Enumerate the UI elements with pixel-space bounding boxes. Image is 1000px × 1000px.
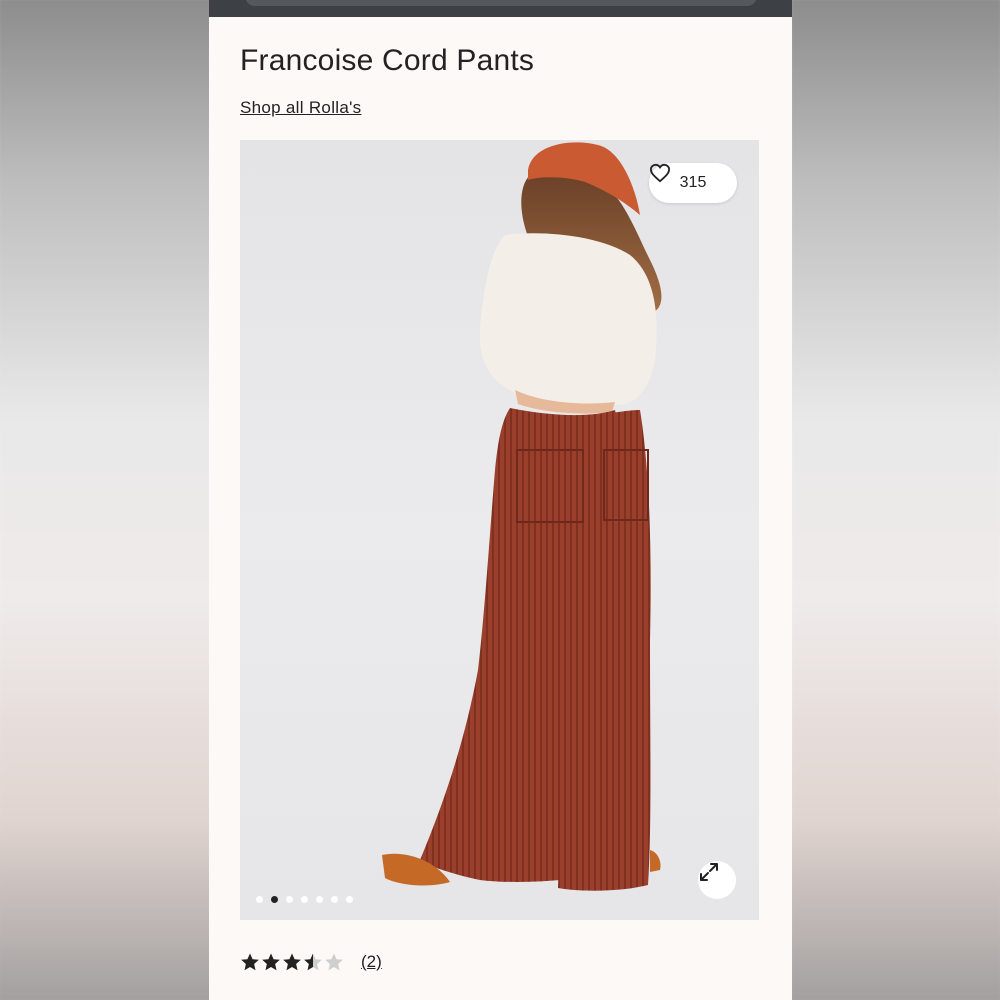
slide-dot-3[interactable] (286, 896, 293, 903)
browser-top-bar (209, 0, 792, 17)
review-count-link[interactable]: (2) (361, 952, 382, 972)
model-shoe-right (650, 850, 661, 872)
product-page: Francoise Cord Pants Shop all Rolla's 31… (209, 0, 792, 1000)
slide-indicator (256, 896, 353, 903)
star-icon (304, 953, 322, 971)
product-title: Francoise Cord Pants (240, 44, 535, 77)
star-icon (325, 953, 343, 971)
expand-image-button[interactable] (698, 861, 736, 899)
slide-dot-6[interactable] (331, 896, 338, 903)
blurred-backdrop-left (0, 0, 210, 1000)
slide-dot-4[interactable] (301, 896, 308, 903)
heart-outline-icon (649, 163, 671, 183)
like-count: 315 (679, 174, 707, 191)
address-bar[interactable] (245, 0, 757, 6)
product-rating: (2) (240, 952, 382, 972)
like-button[interactable]: 315 (649, 163, 737, 203)
rating-stars (240, 952, 344, 972)
expand-arrows-icon (700, 863, 718, 881)
slide-dot-1[interactable] (256, 896, 263, 903)
slide-dot-2[interactable] (271, 896, 278, 903)
product-photo (382, 142, 662, 891)
star-icon (283, 953, 301, 971)
model-sweater (479, 233, 657, 406)
product-image-gallery[interactable]: 315 (240, 140, 759, 920)
slide-dot-7[interactable] (346, 896, 353, 903)
slide-dot-5[interactable] (316, 896, 323, 903)
star-icon (241, 953, 259, 971)
blurred-backdrop-right (792, 0, 1000, 1000)
shop-brand-link[interactable]: Shop all Rolla's (240, 98, 361, 118)
star-icon (262, 953, 280, 971)
